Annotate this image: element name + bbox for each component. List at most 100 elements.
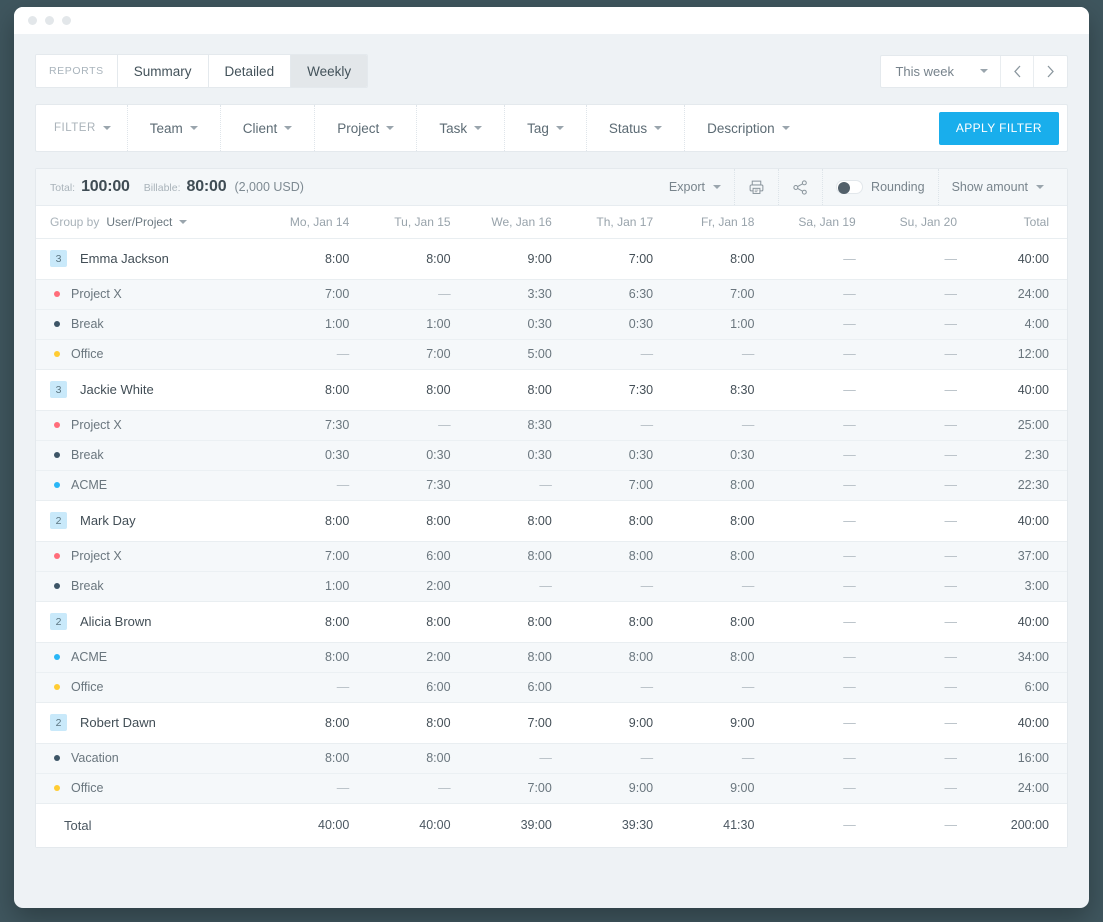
day-header: Fr, Jan 18: [671, 206, 772, 238]
filter-project[interactable]: Project: [315, 105, 417, 151]
empty-dash: —: [843, 252, 856, 266]
project-row[interactable]: Break0:300:300:300:300:30——2:30: [36, 440, 1067, 470]
time-cell: 0:30: [266, 440, 367, 470]
empty-dash: —: [945, 579, 958, 593]
share-button[interactable]: [778, 169, 822, 205]
user-row[interactable]: 2Robert Dawn8:008:007:009:009:00——40:00: [36, 702, 1067, 743]
time-cell: —: [570, 410, 671, 440]
time-cell: 7:00: [266, 279, 367, 309]
window-titlebar: [14, 7, 1089, 34]
filter-label[interactable]: FILTER: [36, 105, 128, 151]
empty-dash: —: [843, 650, 856, 664]
user-row[interactable]: 3Emma Jackson8:008:009:007:008:00——40:00: [36, 238, 1067, 279]
project-row[interactable]: ACME—7:30—7:008:00——22:30: [36, 470, 1067, 500]
empty-dash: —: [945, 650, 958, 664]
prev-period-button[interactable]: [1001, 56, 1034, 87]
time-cell: —: [772, 642, 873, 672]
empty-dash: —: [945, 716, 958, 730]
time-cell: —: [266, 672, 367, 702]
tab-summary[interactable]: Summary: [118, 55, 209, 87]
project-name: Break: [71, 317, 104, 331]
project-color-dot: [54, 553, 60, 559]
time-cell: 2:00: [367, 571, 468, 601]
chevron-down-icon: [474, 126, 482, 130]
project-row[interactable]: ACME8:002:008:008:008:00——34:00: [36, 642, 1067, 672]
footer-total-label: Total: [50, 818, 91, 833]
project-row[interactable]: Office——7:009:009:00——24:00: [36, 773, 1067, 803]
time-cell: 8:00: [266, 702, 367, 743]
time-cell: —: [874, 339, 975, 369]
time-cell: 8:00: [671, 601, 772, 642]
tab-detailed[interactable]: Detailed: [209, 55, 292, 87]
time-cell: 0:30: [570, 309, 671, 339]
time-cell: —: [874, 279, 975, 309]
project-row[interactable]: Break1:002:00—————3:00: [36, 571, 1067, 601]
filter-task[interactable]: Task: [417, 105, 505, 151]
project-row[interactable]: Office—6:006:00————6:00: [36, 672, 1067, 702]
user-name: Mark Day: [80, 513, 136, 528]
project-row[interactable]: Office—7:005:00————12:00: [36, 339, 1067, 369]
window-close-dot[interactable]: [28, 16, 37, 25]
project-row[interactable]: Project X7:30—8:30————25:00: [36, 410, 1067, 440]
filter-tag[interactable]: Tag: [505, 105, 587, 151]
time-cell: 8:00: [469, 642, 570, 672]
print-button[interactable]: [734, 169, 778, 205]
window-maximize-dot[interactable]: [62, 16, 71, 25]
project-row[interactable]: Project X7:006:008:008:008:00——37:00: [36, 541, 1067, 571]
groupby-dropdown[interactable]: Group by User/Project: [50, 215, 248, 229]
user-name-cell: 2Mark Day: [36, 500, 266, 541]
next-period-button[interactable]: [1034, 56, 1067, 87]
project-row[interactable]: Project X7:00—3:306:307:00——24:00: [36, 279, 1067, 309]
user-total-cell: 40:00: [975, 369, 1067, 410]
time-cell: 39:00: [469, 803, 570, 847]
user-row[interactable]: 2Alicia Brown8:008:008:008:008:00——40:00: [36, 601, 1067, 642]
window-minimize-dot[interactable]: [45, 16, 54, 25]
time-cell: 8:00: [266, 743, 367, 773]
time-cell: 8:00: [671, 541, 772, 571]
time-cell: 8:00: [367, 238, 468, 279]
project-name: Break: [71, 448, 104, 462]
time-cell: —: [469, 571, 570, 601]
project-name: Vacation: [71, 751, 119, 765]
project-color-dot: [54, 291, 60, 297]
filter-status-label: Status: [609, 121, 647, 136]
project-name: Project X: [71, 549, 122, 563]
project-name-cell: Project X: [36, 541, 266, 571]
empty-dash: —: [945, 317, 958, 331]
project-color-dot: [54, 422, 60, 428]
empty-dash: —: [945, 615, 958, 629]
export-dropdown[interactable]: Export: [656, 169, 734, 205]
time-cell: —: [772, 541, 873, 571]
day-header: Th, Jan 17: [570, 206, 671, 238]
rounding-control[interactable]: Rounding: [822, 169, 938, 205]
empty-dash: —: [945, 680, 958, 694]
time-cell: 8:00: [266, 601, 367, 642]
date-range-value: This week: [895, 64, 954, 79]
user-total-cell: 40:00: [975, 500, 1067, 541]
filter-status[interactable]: Status: [587, 105, 685, 151]
empty-dash: —: [742, 579, 755, 593]
project-row[interactable]: Vacation8:008:00—————16:00: [36, 743, 1067, 773]
user-row[interactable]: 2Mark Day8:008:008:008:008:00——40:00: [36, 500, 1067, 541]
filter-client[interactable]: Client: [221, 105, 316, 151]
tab-weekly[interactable]: Weekly: [291, 55, 367, 87]
time-cell: 0:30: [367, 440, 468, 470]
show-amount-dropdown[interactable]: Show amount: [938, 169, 1057, 205]
user-entry-count-badge: 2: [50, 714, 67, 731]
filter-description[interactable]: Description: [685, 105, 939, 151]
filter-team[interactable]: Team: [128, 105, 221, 151]
user-entry-count-badge: 2: [50, 613, 67, 630]
project-name-cell: Break: [36, 571, 266, 601]
user-row[interactable]: 3Jackie White8:008:008:007:308:30——40:00: [36, 369, 1067, 410]
project-row[interactable]: Break1:001:000:300:301:00——4:00: [36, 309, 1067, 339]
time-cell: 8:00: [671, 500, 772, 541]
day-header: Su, Jan 20: [874, 206, 975, 238]
user-name: Emma Jackson: [80, 251, 169, 266]
filter-client-label: Client: [243, 121, 278, 136]
date-range-dropdown[interactable]: This week: [881, 56, 1001, 87]
empty-dash: —: [843, 781, 856, 795]
chevron-down-icon: [284, 126, 292, 130]
apply-filter-button[interactable]: APPLY FILTER: [939, 112, 1059, 145]
user-total-cell: 40:00: [975, 238, 1067, 279]
rounding-toggle[interactable]: [836, 180, 863, 194]
